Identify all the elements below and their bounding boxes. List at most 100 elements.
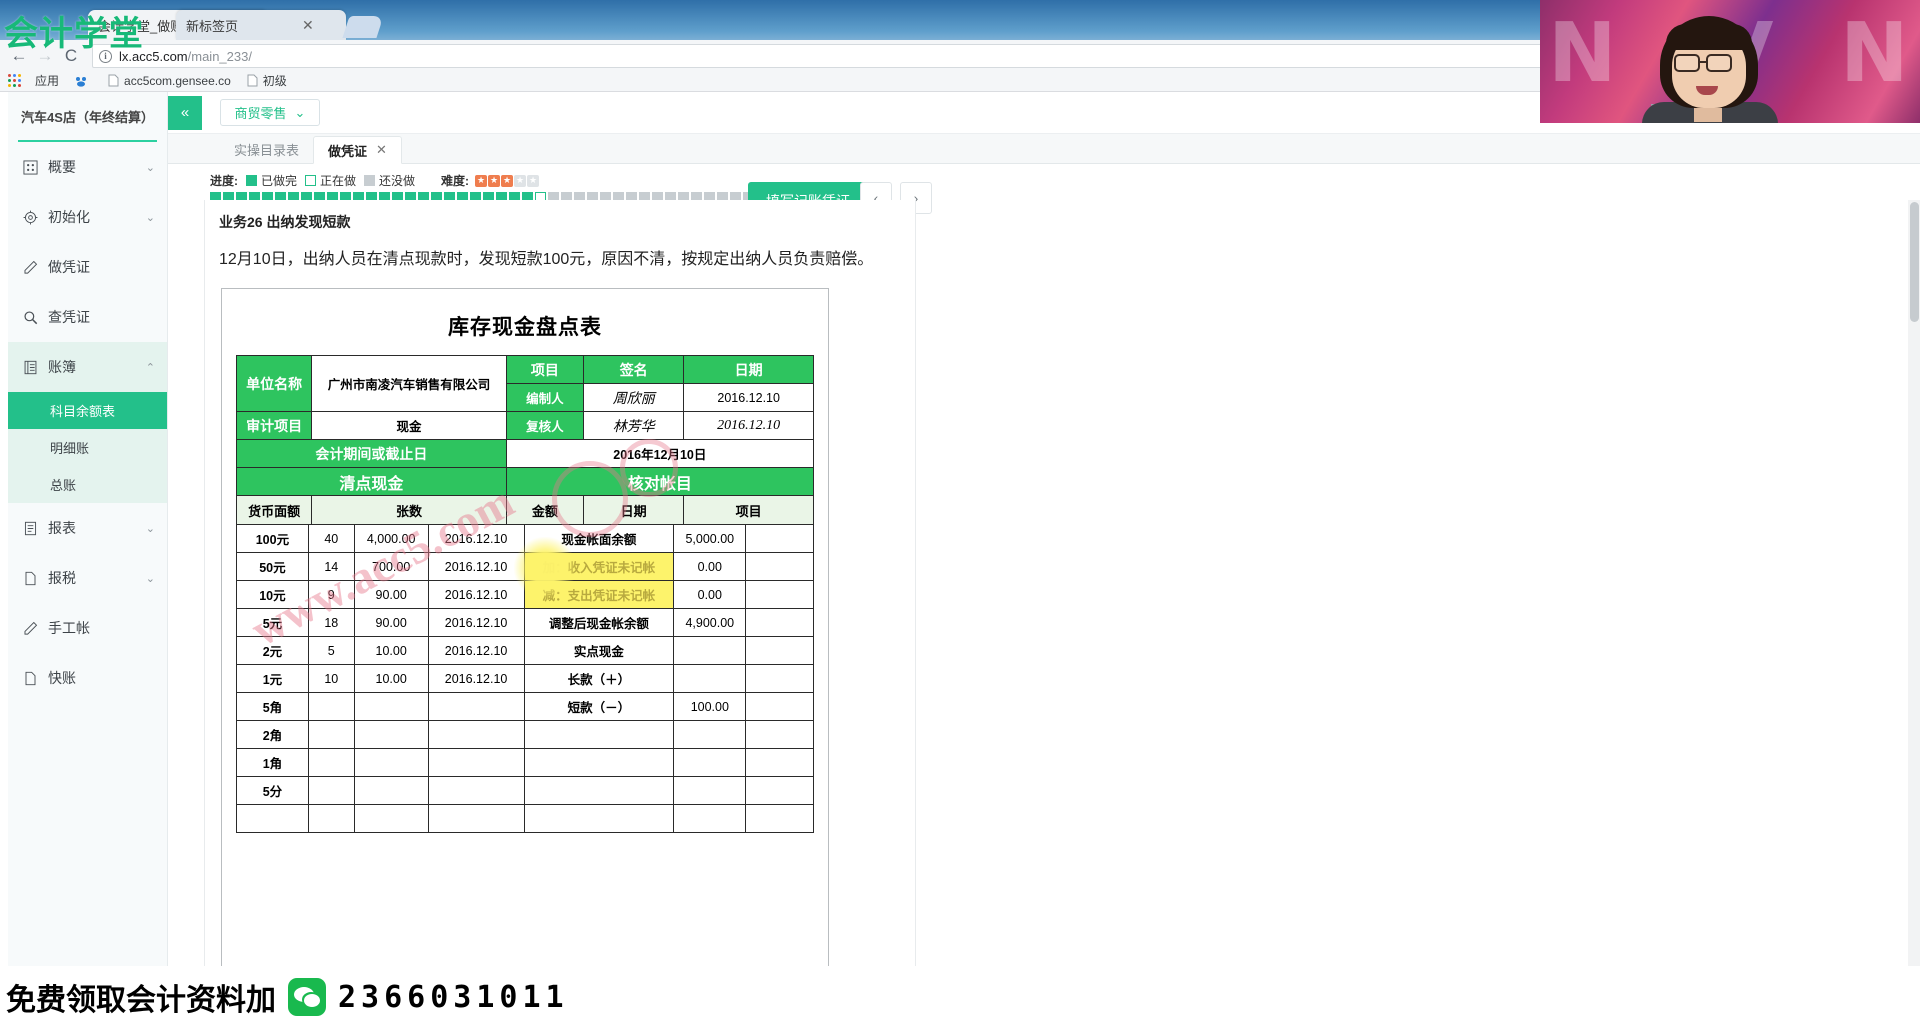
cell-denomination: 1元 <box>237 665 309 693</box>
cell-item <box>524 805 674 833</box>
cell-item-amount <box>674 637 746 665</box>
cash-count-document: www.acc5.com 库存现金盘点表 单位名称 广州市南凌汽车销售有限公司 … <box>221 288 829 968</box>
cell-denomination: 5角 <box>237 693 309 721</box>
cell-amount <box>354 777 428 805</box>
unit-name-label: 单位名称 <box>237 356 312 412</box>
main-content: « 商贸零售 ⌄ 张师师老师（SVIP会员） 实操目录表 做凭证 ✕ <box>168 92 1920 1028</box>
apps-grid-icon[interactable] <box>8 74 21 87</box>
sidebar-item-label: 概要 <box>48 157 76 177</box>
bookmark-baidu[interactable] <box>75 75 92 87</box>
cell-denomination: 10元 <box>237 581 309 609</box>
browser-tab-newtab[interactable]: 新标签页 ✕ <box>176 10 346 40</box>
band-reconcile: 核对帐目 <box>506 468 813 496</box>
close-icon[interactable]: ✕ <box>376 142 387 158</box>
column-date: 日期 <box>684 356 814 384</box>
gear-icon <box>20 210 40 225</box>
cell-denomination: 5元 <box>237 609 309 637</box>
scrollbar-thumb[interactable] <box>1910 202 1919 322</box>
sidebar-item-trial-balance[interactable]: 科目余额表 <box>8 392 167 429</box>
sidebar-item-general-ledger[interactable]: 总账 <box>8 466 167 503</box>
table-row: 5分 <box>237 777 814 805</box>
star-empty-icon: ★ <box>527 175 539 187</box>
cell-count: 40 <box>308 525 354 553</box>
bookmarks-bar: 应用 acc5com.gensee.co 初级 <box>0 70 1690 92</box>
presenter-avatar <box>1636 16 1786 123</box>
tab-make-voucher[interactable]: 做凭证 ✕ <box>313 136 402 164</box>
star-filled-icon: ★ <box>501 175 513 187</box>
sidebar-item-label: 查凭证 <box>48 307 90 327</box>
cell-denomination: 2角 <box>237 721 309 749</box>
forward-icon[interactable]: → <box>32 43 58 69</box>
cell-item <box>524 777 674 805</box>
close-icon[interactable]: ✕ <box>302 18 314 32</box>
bookmark-apps[interactable]: 应用 <box>35 72 59 89</box>
sidebar-item-quick-ledger[interactable]: 快账 <box>8 653 167 703</box>
bookmark-label: 应用 <box>35 72 59 89</box>
cash-count-table: 单位名称 广州市南凌汽车销售有限公司 项目 签名 日期 编制人 周欣丽 2016… <box>236 355 814 525</box>
cell-date: 2016.12.10 <box>428 581 524 609</box>
industry-select[interactable]: 商贸零售 ⌄ <box>220 99 320 126</box>
sidebar-item-detail-ledger[interactable]: 明细账 <box>8 429 167 466</box>
cell-note <box>746 637 814 665</box>
sidebar-item-find-voucher[interactable]: 查凭证 <box>8 292 167 342</box>
cell-item: 调整后现金帐余额 <box>524 609 674 637</box>
table-row: 清点现金 核对帐目 <box>237 468 814 496</box>
column-sign: 签名 <box>584 356 684 384</box>
tab-label: 做凭证 <box>328 141 367 160</box>
sidebar-item-label: 报表 <box>48 518 76 538</box>
collapse-sidebar-button[interactable]: « <box>168 96 202 130</box>
sidebar-item-label: 账簿 <box>48 357 76 377</box>
reviewer-signature: 林芳华 <box>584 412 684 440</box>
chevron-down-icon: ⌄ <box>146 211 155 224</box>
cell-note <box>746 665 814 693</box>
chevron-up-icon: ⌃ <box>146 361 155 374</box>
sidebar-item-make-voucher[interactable]: 做凭证 <box>8 242 167 292</box>
sidebar-item-label: 快账 <box>48 668 76 688</box>
sidebar-item-ledger[interactable]: 账簿 ⌃ <box>8 342 167 392</box>
site-info-icon[interactable]: i <box>99 50 112 63</box>
table-row: 单位名称 广州市南凌汽车销售有限公司 项目 签名 日期 <box>237 356 814 384</box>
promo-text: 免费领取会计资料加 <box>6 975 276 1019</box>
sidebar-item-tax-filing[interactable]: 报税 ⌄ <box>8 553 167 603</box>
difficulty-label: 难度: <box>441 172 469 189</box>
cell-item-amount: 4,900.00 <box>674 609 746 637</box>
table-row: 2元510.002016.12.10实点现金 <box>237 637 814 665</box>
legend-label-todo: 还没做 <box>379 172 415 189</box>
difficulty-stars: ★★★★★ <box>475 175 539 187</box>
band-count-cash: 清点现金 <box>237 468 507 496</box>
bookmark-gensee[interactable]: acc5com.gensee.co <box>108 74 231 88</box>
cell-count <box>308 721 354 749</box>
reload-icon[interactable]: C <box>58 43 84 69</box>
table-row: 1角 <box>237 749 814 777</box>
vertical-scrollbar[interactable] <box>1908 200 1920 1028</box>
progress-legend: 进度: 已做完 正在做 还没做 难度: ★★★★★ <box>210 172 1920 189</box>
sidebar-item-initialize[interactable]: 初始化 ⌄ <box>8 192 167 242</box>
address-bar[interactable]: i lx.acc5.com /main_233/ <box>92 44 1678 68</box>
new-tab-button[interactable] <box>342 16 383 38</box>
chevron-down-icon: ⌄ <box>146 161 155 174</box>
cell-date: 2016.12.10 <box>428 665 524 693</box>
progress-label: 进度: <box>210 172 238 189</box>
cell-count: 5 <box>308 637 354 665</box>
sidebar-item-overview[interactable]: 概要 ⌄ <box>8 142 167 192</box>
search-icon <box>20 310 40 325</box>
sidebar-item-manual-ledger[interactable]: 手工帐 <box>8 603 167 653</box>
bookmark-chuji[interactable]: 初级 <box>247 72 287 89</box>
wechat-icon <box>288 978 326 1016</box>
cell-date <box>428 693 524 721</box>
chevron-down-icon: ⌄ <box>146 522 155 535</box>
cell-amount: 10.00 <box>354 637 428 665</box>
cell-item: 短款（－） <box>524 693 674 721</box>
cell-date <box>428 749 524 777</box>
column-item: 项目 <box>506 356 583 384</box>
cell-note <box>746 609 814 637</box>
audit-item-value: 现金 <box>312 412 506 440</box>
webcam-watermark-letter: N <box>1548 6 1617 101</box>
sidebar-item-reports[interactable]: 报表 ⌄ <box>8 503 167 553</box>
cell-amount: 700.00 <box>354 553 428 581</box>
cell-item: 现金帐面余额 <box>524 525 674 553</box>
tab-exercise-catalog[interactable]: 实操目录表 <box>220 135 313 163</box>
table-row: 货币面额 张数 金额 日期 项目 <box>237 496 814 525</box>
cell-note <box>746 553 814 581</box>
back-icon[interactable]: ← <box>6 43 32 69</box>
